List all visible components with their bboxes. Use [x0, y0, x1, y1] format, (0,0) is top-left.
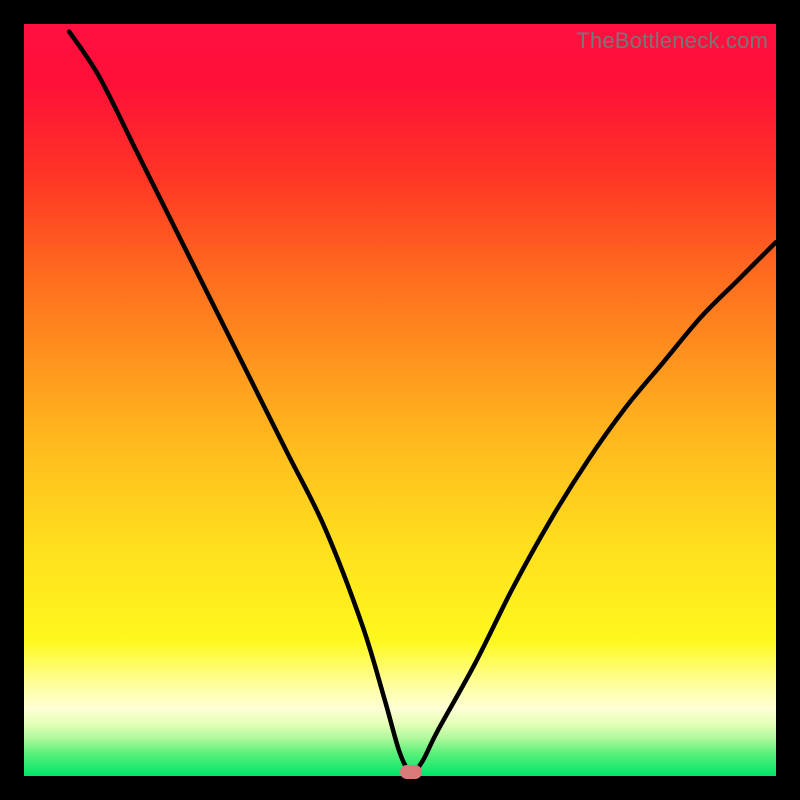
bottleneck-curve: [24, 24, 776, 776]
watermark-text: TheBottleneck.com: [576, 28, 768, 54]
optimal-point-marker: [400, 765, 422, 779]
chart-frame: TheBottleneck.com: [0, 0, 800, 800]
plot-area: TheBottleneck.com: [24, 24, 776, 776]
